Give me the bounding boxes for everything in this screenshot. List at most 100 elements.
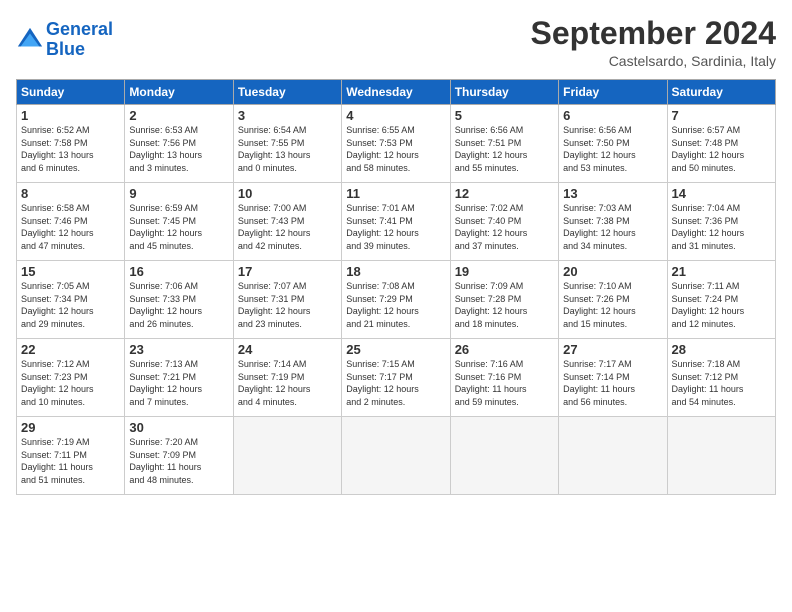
day-number: 3	[238, 108, 337, 123]
day-number: 1	[21, 108, 120, 123]
table-row: 23Sunrise: 7:13 AMSunset: 7:21 PMDayligh…	[125, 339, 233, 417]
day-info: Sunrise: 7:13 AMSunset: 7:21 PMDaylight:…	[129, 358, 228, 408]
table-row: 13Sunrise: 7:03 AMSunset: 7:38 PMDayligh…	[559, 183, 667, 261]
table-row: 6Sunrise: 6:56 AMSunset: 7:50 PMDaylight…	[559, 105, 667, 183]
table-row: 15Sunrise: 7:05 AMSunset: 7:34 PMDayligh…	[17, 261, 125, 339]
calendar-row-5: 29Sunrise: 7:19 AMSunset: 7:11 PMDayligh…	[17, 417, 776, 495]
header-thursday: Thursday	[450, 80, 558, 105]
calendar-row-4: 22Sunrise: 7:12 AMSunset: 7:23 PMDayligh…	[17, 339, 776, 417]
table-row	[233, 417, 341, 495]
day-info: Sunrise: 6:53 AMSunset: 7:56 PMDaylight:…	[129, 124, 228, 174]
day-number: 22	[21, 342, 120, 357]
day-number: 4	[346, 108, 445, 123]
day-info: Sunrise: 7:06 AMSunset: 7:33 PMDaylight:…	[129, 280, 228, 330]
day-number: 28	[672, 342, 771, 357]
day-info: Sunrise: 6:54 AMSunset: 7:55 PMDaylight:…	[238, 124, 337, 174]
calendar-header-row: Sunday Monday Tuesday Wednesday Thursday…	[17, 80, 776, 105]
table-row	[667, 417, 775, 495]
day-number: 17	[238, 264, 337, 279]
header-saturday: Saturday	[667, 80, 775, 105]
table-row: 26Sunrise: 7:16 AMSunset: 7:16 PMDayligh…	[450, 339, 558, 417]
header-monday: Monday	[125, 80, 233, 105]
table-row: 19Sunrise: 7:09 AMSunset: 7:28 PMDayligh…	[450, 261, 558, 339]
day-number: 30	[129, 420, 228, 435]
day-number: 23	[129, 342, 228, 357]
day-number: 25	[346, 342, 445, 357]
table-row: 3Sunrise: 6:54 AMSunset: 7:55 PMDaylight…	[233, 105, 341, 183]
day-number: 9	[129, 186, 228, 201]
table-row: 20Sunrise: 7:10 AMSunset: 7:26 PMDayligh…	[559, 261, 667, 339]
table-row: 1Sunrise: 6:52 AMSunset: 7:58 PMDaylight…	[17, 105, 125, 183]
logo: General Blue	[16, 20, 113, 60]
table-row: 29Sunrise: 7:19 AMSunset: 7:11 PMDayligh…	[17, 417, 125, 495]
day-info: Sunrise: 7:00 AMSunset: 7:43 PMDaylight:…	[238, 202, 337, 252]
day-info: Sunrise: 7:10 AMSunset: 7:26 PMDaylight:…	[563, 280, 662, 330]
calendar-row-3: 15Sunrise: 7:05 AMSunset: 7:34 PMDayligh…	[17, 261, 776, 339]
day-info: Sunrise: 6:59 AMSunset: 7:45 PMDaylight:…	[129, 202, 228, 252]
day-info: Sunrise: 7:02 AMSunset: 7:40 PMDaylight:…	[455, 202, 554, 252]
day-number: 5	[455, 108, 554, 123]
table-row: 17Sunrise: 7:07 AMSunset: 7:31 PMDayligh…	[233, 261, 341, 339]
table-row: 22Sunrise: 7:12 AMSunset: 7:23 PMDayligh…	[17, 339, 125, 417]
day-info: Sunrise: 7:07 AMSunset: 7:31 PMDaylight:…	[238, 280, 337, 330]
day-number: 12	[455, 186, 554, 201]
table-row: 28Sunrise: 7:18 AMSunset: 7:12 PMDayligh…	[667, 339, 775, 417]
table-row: 2Sunrise: 6:53 AMSunset: 7:56 PMDaylight…	[125, 105, 233, 183]
day-info: Sunrise: 7:03 AMSunset: 7:38 PMDaylight:…	[563, 202, 662, 252]
day-number: 10	[238, 186, 337, 201]
table-row: 21Sunrise: 7:11 AMSunset: 7:24 PMDayligh…	[667, 261, 775, 339]
day-info: Sunrise: 6:52 AMSunset: 7:58 PMDaylight:…	[21, 124, 120, 174]
day-number: 19	[455, 264, 554, 279]
day-number: 11	[346, 186, 445, 201]
table-row: 8Sunrise: 6:58 AMSunset: 7:46 PMDaylight…	[17, 183, 125, 261]
calendar-row-2: 8Sunrise: 6:58 AMSunset: 7:46 PMDaylight…	[17, 183, 776, 261]
location-subtitle: Castelsardo, Sardinia, Italy	[531, 53, 776, 69]
day-number: 21	[672, 264, 771, 279]
table-row: 27Sunrise: 7:17 AMSunset: 7:14 PMDayligh…	[559, 339, 667, 417]
table-row	[450, 417, 558, 495]
table-row	[342, 417, 450, 495]
day-number: 18	[346, 264, 445, 279]
day-info: Sunrise: 7:14 AMSunset: 7:19 PMDaylight:…	[238, 358, 337, 408]
day-info: Sunrise: 7:16 AMSunset: 7:16 PMDaylight:…	[455, 358, 554, 408]
table-row: 12Sunrise: 7:02 AMSunset: 7:40 PMDayligh…	[450, 183, 558, 261]
table-row: 9Sunrise: 6:59 AMSunset: 7:45 PMDaylight…	[125, 183, 233, 261]
header-tuesday: Tuesday	[233, 80, 341, 105]
table-row: 18Sunrise: 7:08 AMSunset: 7:29 PMDayligh…	[342, 261, 450, 339]
day-number: 24	[238, 342, 337, 357]
table-row: 11Sunrise: 7:01 AMSunset: 7:41 PMDayligh…	[342, 183, 450, 261]
day-number: 15	[21, 264, 120, 279]
table-row: 5Sunrise: 6:56 AMSunset: 7:51 PMDaylight…	[450, 105, 558, 183]
day-number: 6	[563, 108, 662, 123]
day-number: 13	[563, 186, 662, 201]
day-info: Sunrise: 7:01 AMSunset: 7:41 PMDaylight:…	[346, 202, 445, 252]
header-sunday: Sunday	[17, 80, 125, 105]
day-info: Sunrise: 6:56 AMSunset: 7:50 PMDaylight:…	[563, 124, 662, 174]
page-container: General Blue September 2024 Castelsardo,…	[0, 0, 792, 503]
header-friday: Friday	[559, 80, 667, 105]
table-row: 4Sunrise: 6:55 AMSunset: 7:53 PMDaylight…	[342, 105, 450, 183]
day-number: 8	[21, 186, 120, 201]
title-block: September 2024 Castelsardo, Sardinia, It…	[531, 16, 776, 69]
header-wednesday: Wednesday	[342, 80, 450, 105]
day-number: 27	[563, 342, 662, 357]
day-info: Sunrise: 7:18 AMSunset: 7:12 PMDaylight:…	[672, 358, 771, 408]
day-info: Sunrise: 7:04 AMSunset: 7:36 PMDaylight:…	[672, 202, 771, 252]
table-row: 24Sunrise: 7:14 AMSunset: 7:19 PMDayligh…	[233, 339, 341, 417]
logo-icon	[16, 26, 44, 54]
table-row: 16Sunrise: 7:06 AMSunset: 7:33 PMDayligh…	[125, 261, 233, 339]
table-row: 7Sunrise: 6:57 AMSunset: 7:48 PMDaylight…	[667, 105, 775, 183]
day-number: 26	[455, 342, 554, 357]
table-row: 14Sunrise: 7:04 AMSunset: 7:36 PMDayligh…	[667, 183, 775, 261]
day-info: Sunrise: 7:15 AMSunset: 7:17 PMDaylight:…	[346, 358, 445, 408]
table-row: 30Sunrise: 7:20 AMSunset: 7:09 PMDayligh…	[125, 417, 233, 495]
day-info: Sunrise: 7:05 AMSunset: 7:34 PMDaylight:…	[21, 280, 120, 330]
day-number: 29	[21, 420, 120, 435]
day-number: 14	[672, 186, 771, 201]
day-number: 20	[563, 264, 662, 279]
day-info: Sunrise: 6:55 AMSunset: 7:53 PMDaylight:…	[346, 124, 445, 174]
day-number: 7	[672, 108, 771, 123]
table-row: 25Sunrise: 7:15 AMSunset: 7:17 PMDayligh…	[342, 339, 450, 417]
table-row	[559, 417, 667, 495]
day-info: Sunrise: 7:20 AMSunset: 7:09 PMDaylight:…	[129, 436, 228, 486]
